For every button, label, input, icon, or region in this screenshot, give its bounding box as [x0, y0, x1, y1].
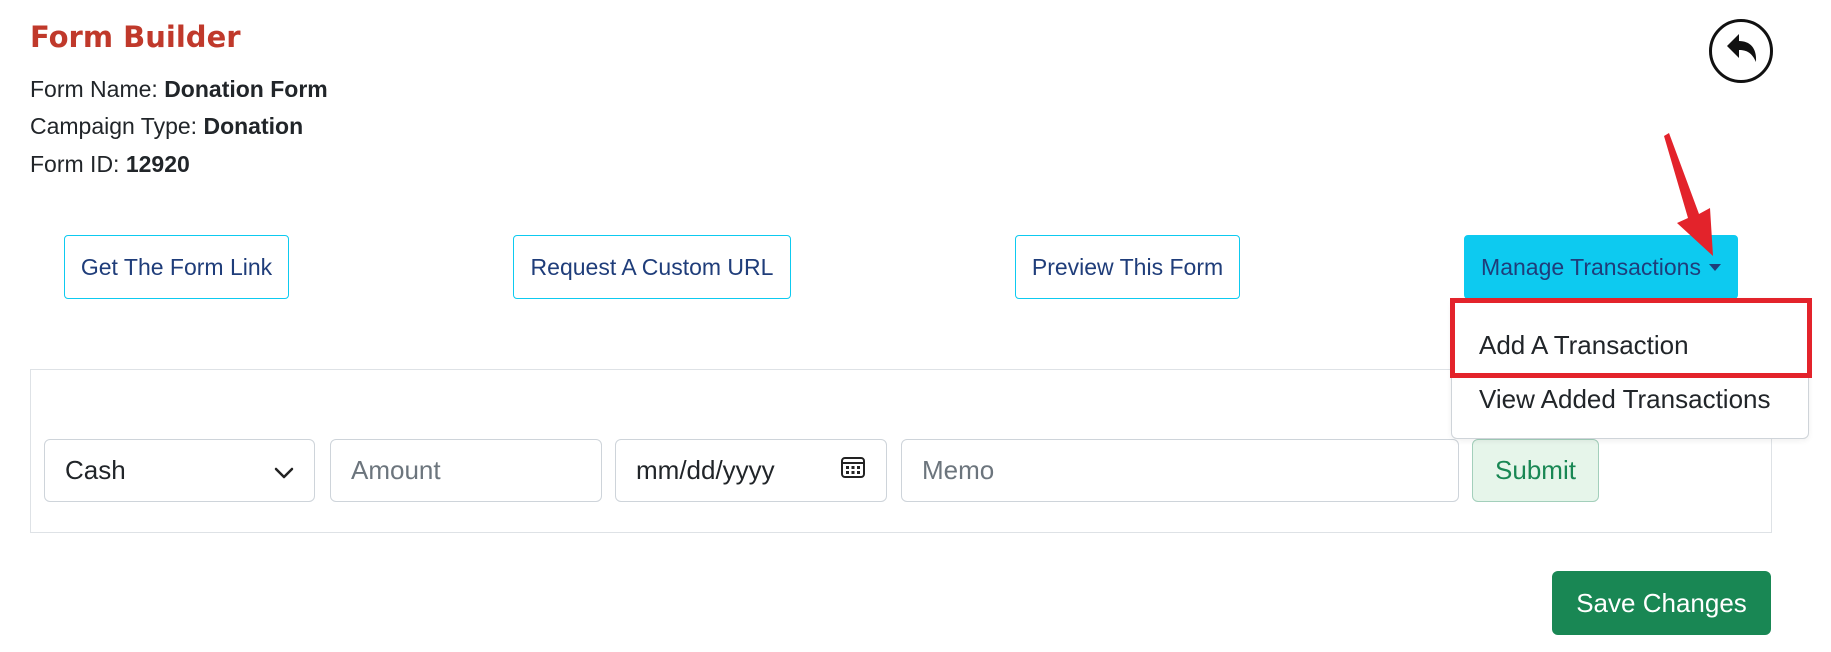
chevron-down-icon	[274, 455, 294, 486]
memo-placeholder: Memo	[922, 455, 995, 485]
payment-type-value: Cash	[65, 455, 126, 485]
view-transactions-menu-item[interactable]: View Added Transactions	[1479, 384, 1770, 415]
manage-transactions-button[interactable]: Manage Transactions	[1464, 235, 1738, 299]
manage-transactions-label: Manage Transactions	[1481, 253, 1701, 280]
payment-type-select[interactable]: Cash	[44, 439, 315, 502]
add-transaction-menu-item[interactable]: Add A Transaction	[1479, 330, 1689, 361]
memo-input[interactable]: Memo	[901, 439, 1459, 502]
calendar-icon[interactable]	[840, 454, 866, 487]
get-form-link-button[interactable]: Get The Form Link	[64, 235, 289, 299]
caret-down-icon	[1708, 263, 1721, 271]
page-title: Form Builder	[30, 20, 241, 54]
save-changes-button[interactable]: Save Changes	[1552, 571, 1771, 635]
submit-button[interactable]: Submit	[1472, 439, 1599, 502]
campaign-type-line: Campaign Type: Donation	[30, 111, 303, 141]
manage-transactions-dropdown: Add A Transaction View Added Transaction…	[1451, 298, 1809, 439]
campaign-type-value: Donation	[203, 113, 304, 139]
form-id-value: 12920	[125, 151, 190, 177]
amount-input[interactable]: Amount	[330, 439, 602, 502]
back-button[interactable]	[1709, 19, 1773, 83]
form-name-label: Form Name:	[30, 76, 158, 102]
date-placeholder: mm/dd/yyyy	[636, 455, 775, 485]
undo-arrow-icon	[1721, 29, 1761, 74]
form-id-label: Form ID:	[30, 151, 120, 177]
amount-placeholder: Amount	[351, 455, 441, 485]
campaign-type-label: Campaign Type:	[30, 113, 198, 139]
date-input[interactable]: mm/dd/yyyy	[615, 439, 887, 502]
form-id-line: Form ID: 12920	[30, 149, 190, 179]
request-custom-url-button[interactable]: Request A Custom URL	[513, 235, 791, 299]
form-name-line: Form Name: Donation Form	[30, 74, 328, 104]
form-name-value: Donation Form	[164, 76, 328, 102]
preview-form-button[interactable]: Preview This Form	[1015, 235, 1240, 299]
